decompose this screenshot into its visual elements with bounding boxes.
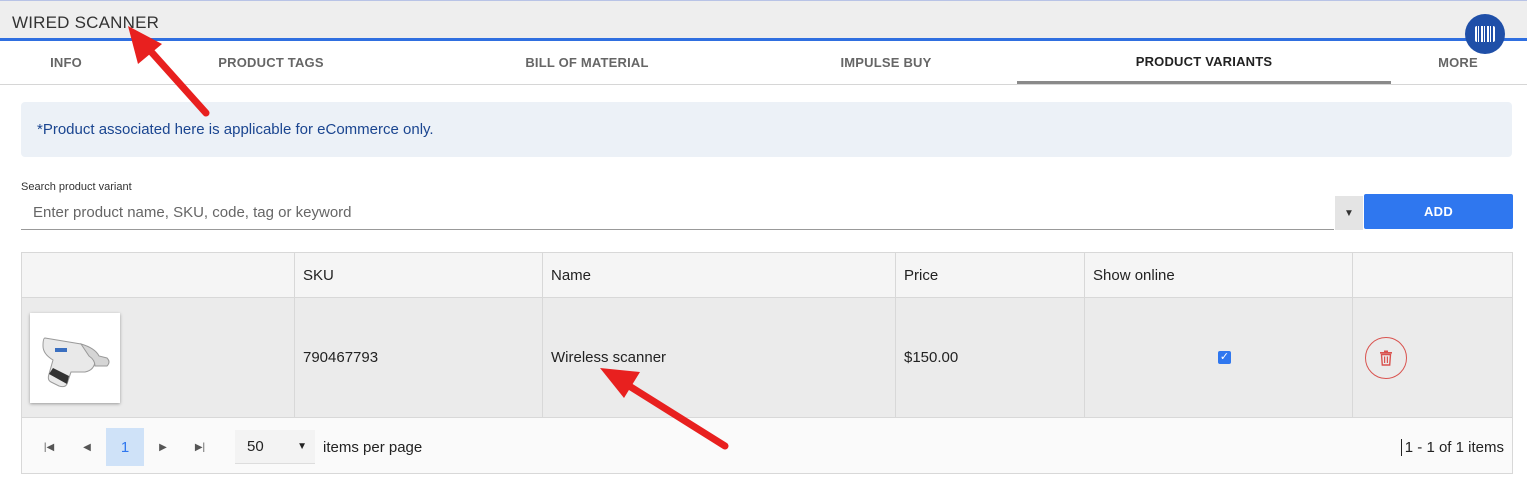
scanner-image: [30, 312, 120, 403]
pager-range-text: 1 - 1 of 1 items: [1400, 439, 1504, 456]
next-page-button[interactable]: ▶: [144, 428, 182, 466]
column-header-name[interactable]: Name: [543, 253, 896, 297]
barcode-icon: [1475, 26, 1495, 42]
tab-info[interactable]: INFO: [10, 41, 122, 84]
title-bar: WIRED SCANNER: [0, 0, 1527, 41]
last-page-icon: ▶|: [194, 441, 206, 453]
items-per-page-label: items per page: [323, 439, 423, 456]
page-title: WIRED SCANNER: [12, 13, 160, 32]
ecommerce-notice: *Product associated here is applicable f…: [21, 102, 1512, 157]
first-page-icon: |◀: [43, 441, 55, 453]
show-online-checkbox[interactable]: ✓: [1218, 351, 1231, 364]
caret-down-icon: ▼: [297, 441, 307, 452]
page-size-select[interactable]: 50 ▼: [235, 430, 315, 464]
add-button[interactable]: ADD: [1364, 194, 1513, 229]
price-cell: $150.00: [896, 298, 1085, 417]
search-label: Search product variant: [21, 181, 132, 193]
page-number-button[interactable]: 1: [106, 428, 144, 466]
show-online-cell: ✓: [1085, 298, 1353, 417]
notice-text: *Product associated here is applicable f…: [37, 121, 434, 138]
page-size-value: 50: [247, 438, 264, 455]
column-header-sku[interactable]: SKU: [295, 253, 543, 297]
name-cell: Wireless scanner: [543, 298, 896, 417]
product-variant-search-input[interactable]: [21, 196, 1334, 230]
tab-bill-of-material[interactable]: BILL OF MATERIAL: [447, 41, 727, 84]
column-header-image: [22, 253, 295, 297]
grid-header: SKU Name Price Show online: [22, 253, 1512, 298]
sku-cell: 790467793: [295, 298, 543, 417]
barcode-button[interactable]: [1465, 14, 1505, 54]
tab-impulse-buy[interactable]: IMPULSE BUY: [780, 41, 992, 84]
actions-cell: [1353, 298, 1512, 417]
product-image-cell: [22, 298, 295, 417]
column-header-price[interactable]: Price: [896, 253, 1085, 297]
search-dropdown-button[interactable]: ▼: [1335, 196, 1363, 230]
column-header-actions: [1353, 253, 1512, 297]
tab-product-tags[interactable]: PRODUCT TAGS: [160, 41, 382, 84]
pager: |◀ ◀ 1 ▶ ▶| 50 ▼ items per page 1 - 1 of…: [22, 418, 1512, 473]
last-page-button[interactable]: ▶|: [181, 428, 219, 466]
table-row[interactable]: 790467793 Wireless scanner $150.00 ✓: [22, 298, 1512, 418]
first-page-button[interactable]: |◀: [30, 428, 68, 466]
column-header-show-online[interactable]: Show online: [1085, 253, 1353, 297]
tab-bar: INFO PRODUCT TAGS BILL OF MATERIAL IMPUL…: [0, 41, 1527, 85]
caret-down-icon: ▼: [1344, 207, 1354, 219]
next-page-icon: ▶: [159, 441, 167, 453]
variants-grid: SKU Name Price Show online 790467793 Wir…: [21, 252, 1513, 474]
prev-page-icon: ◀: [83, 441, 91, 453]
prev-page-button[interactable]: ◀: [68, 428, 106, 466]
trash-icon: [1380, 350, 1392, 366]
tab-product-variants[interactable]: PRODUCT VARIANTS: [1017, 41, 1391, 84]
delete-button[interactable]: [1365, 336, 1407, 379]
